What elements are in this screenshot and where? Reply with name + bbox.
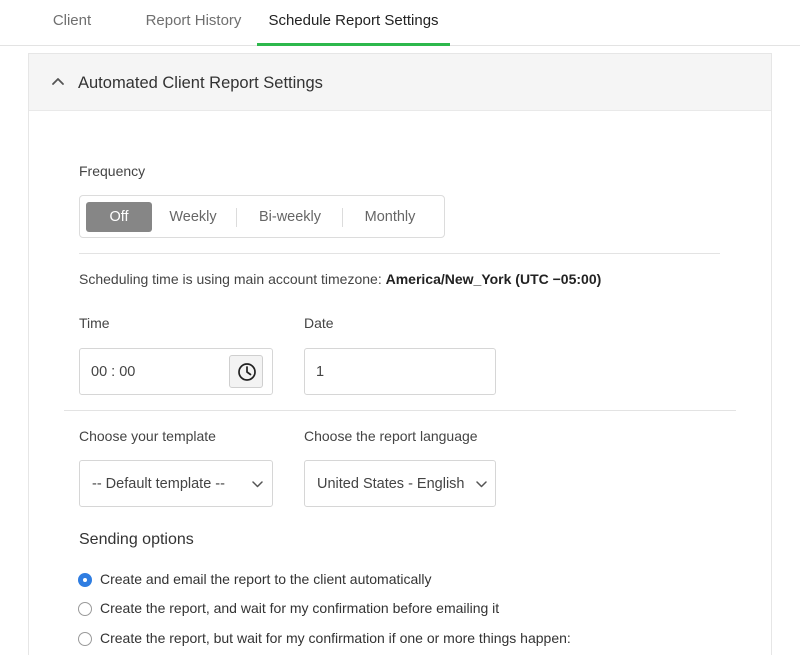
sending-option-label: Create the report, and wait for my confi… xyxy=(100,600,500,616)
frequency-segmented-control: Off Weekly Bi-weekly Monthly xyxy=(79,195,445,238)
tab-client-details[interactable]: Client Details xyxy=(28,0,116,71)
chevron-down-icon xyxy=(252,481,263,488)
template-label: Choose your template xyxy=(79,428,216,444)
radio-button[interactable] xyxy=(78,602,92,616)
frequency-option-bi-weekly[interactable]: Bi-weekly xyxy=(244,202,336,232)
tab-schedule-report-settings[interactable]: Schedule Report Settings xyxy=(257,0,450,46)
divider xyxy=(79,253,720,254)
sending-option-label: Create the report, but wait for my confi… xyxy=(100,630,571,646)
timezone-value: America/New_York (UTC −05:00) xyxy=(385,271,602,287)
tab-bar: Client Details Report History Schedule R… xyxy=(0,0,800,71)
timezone-prefix: Scheduling time is using main account ti… xyxy=(79,271,386,287)
frequency-option-off[interactable]: Off xyxy=(86,202,152,232)
template-selected-value: -- Default template -- xyxy=(92,476,225,492)
language-selected-value: United States - English xyxy=(317,476,465,492)
panel-title: Automated Client Report Settings xyxy=(78,74,323,92)
radio-button[interactable] xyxy=(78,573,92,587)
chevron-up-icon xyxy=(52,78,64,85)
segment-divider xyxy=(342,208,343,227)
time-label: Time xyxy=(79,315,110,331)
panel-header[interactable]: Automated Client Report Settings xyxy=(29,54,771,111)
date-input[interactable]: 1 xyxy=(304,348,496,395)
radio-button[interactable] xyxy=(78,632,92,646)
segment-divider xyxy=(236,208,237,227)
frequency-option-weekly[interactable]: Weekly xyxy=(158,202,228,232)
chevron-down-icon xyxy=(476,481,487,488)
divider xyxy=(64,410,736,411)
date-value: 1 xyxy=(316,364,325,380)
language-select[interactable]: United States - English xyxy=(304,460,496,507)
time-value: 00 : 00 xyxy=(91,364,136,380)
time-picker-button[interactable] xyxy=(229,355,263,388)
timezone-note: Scheduling time is using main account ti… xyxy=(79,271,601,287)
frequency-label: Frequency xyxy=(79,163,146,179)
language-label: Choose the report language xyxy=(304,428,478,444)
sending-option-label: Create and email the report to the clien… xyxy=(100,571,432,587)
clock-icon xyxy=(238,363,256,381)
template-select[interactable]: -- Default template -- xyxy=(79,460,273,507)
frequency-option-monthly[interactable]: Monthly xyxy=(350,202,430,232)
sending-options-title: Sending options xyxy=(79,531,194,548)
date-label: Date xyxy=(304,315,334,331)
tab-report-history[interactable]: Report History xyxy=(145,0,242,46)
